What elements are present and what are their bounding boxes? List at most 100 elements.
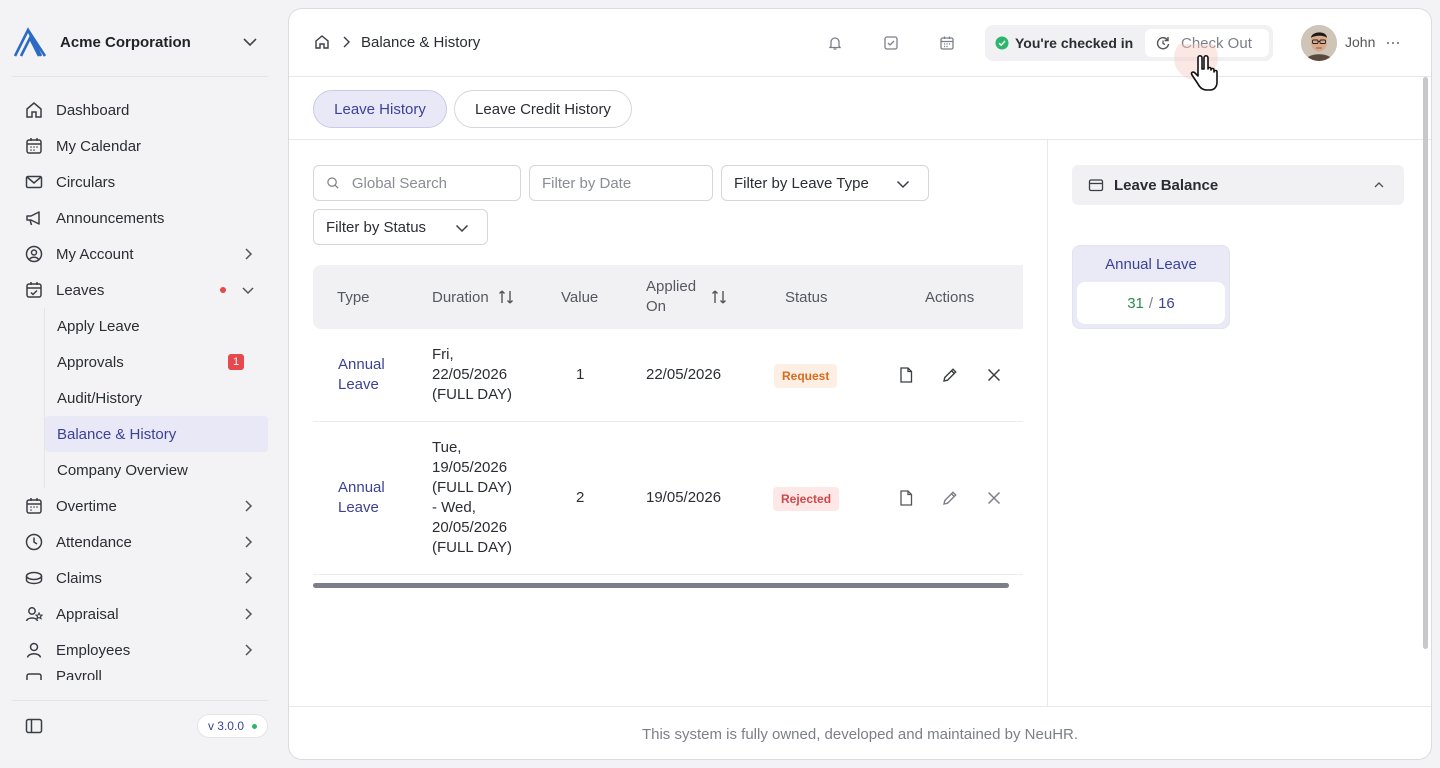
edit-pencil-icon[interactable] bbox=[941, 489, 959, 507]
version-label: v 3.0.0 bbox=[207, 719, 244, 733]
leave-separator: / bbox=[1148, 294, 1154, 312]
leave-type-filter-label: Filter by Leave Type bbox=[734, 174, 869, 192]
column-header-applied-on[interactable]: Applied On bbox=[646, 265, 728, 329]
user-name: John bbox=[1345, 34, 1376, 50]
value-cell: 2 bbox=[576, 489, 585, 506]
sidebar-item-announcements[interactable]: Announcements bbox=[16, 200, 268, 236]
sidebar-item-label: Leaves bbox=[56, 281, 105, 299]
edit-pencil-icon[interactable] bbox=[941, 366, 959, 384]
chevron-right-icon bbox=[245, 572, 253, 584]
tab-leave-credit-history[interactable]: Leave Credit History bbox=[454, 90, 632, 128]
document-icon[interactable] bbox=[897, 366, 915, 384]
main-panel: Balance & History You're checked in Chec… bbox=[288, 8, 1432, 760]
sidebar-toggle-icon[interactable] bbox=[24, 716, 44, 736]
sidebar-item-appraisal[interactable]: Appraisal bbox=[16, 596, 268, 632]
leave-type-link[interactable]: Annual Leave bbox=[338, 355, 398, 395]
user-circle-icon bbox=[25, 245, 43, 263]
version-badge: v 3.0.0 bbox=[196, 714, 268, 738]
sidebar-item-leaves[interactable]: Leaves bbox=[16, 272, 268, 308]
sidebar-footer: v 3.0.0 bbox=[0, 700, 280, 768]
home-icon[interactable] bbox=[313, 33, 331, 51]
horizontal-scrollbar[interactable] bbox=[313, 583, 1009, 588]
sidebar-item-my-account[interactable]: My Account bbox=[16, 236, 268, 272]
search-icon bbox=[327, 177, 339, 189]
more-options-icon[interactable] bbox=[1385, 35, 1401, 51]
status-filter[interactable]: Filter by Status bbox=[313, 209, 488, 245]
date-filter-input[interactable] bbox=[542, 174, 712, 192]
duration-cell: Fri, 22/05/2026 (FULL DAY) bbox=[432, 345, 512, 405]
sidebar-item-label: Claims bbox=[56, 569, 102, 587]
chevron-right-icon bbox=[245, 608, 253, 620]
sidebar-item-label: My Calendar bbox=[56, 137, 142, 155]
sidebar-item-claims[interactable]: Claims bbox=[16, 560, 268, 596]
vertical-scrollbar[interactable] bbox=[1423, 77, 1428, 649]
hand-cursor-icon bbox=[1174, 44, 1218, 91]
leave-used: 31 bbox=[1127, 294, 1144, 312]
sort-icon[interactable] bbox=[497, 288, 515, 306]
sidebar-item-overtime[interactable]: Overtime bbox=[16, 488, 268, 524]
chevron-down-icon[interactable] bbox=[240, 32, 260, 52]
checkin-status-text: You're checked in bbox=[1015, 35, 1134, 51]
chevron-right-icon bbox=[343, 36, 350, 48]
sort-icon[interactable] bbox=[710, 288, 728, 306]
table-row: Annual Leave Tue, 19/05/2026 (FULL DAY) … bbox=[313, 422, 1023, 575]
sidebar-item-approvals[interactable]: Approvals 1 bbox=[45, 344, 268, 380]
sidebar-item-balance-history[interactable]: Balance & History bbox=[45, 416, 268, 452]
avatar[interactable] bbox=[1301, 25, 1337, 61]
leave-type-link[interactable]: Annual Leave bbox=[338, 478, 398, 518]
sidebar-item-label: Circulars bbox=[56, 173, 116, 191]
sidebar-item-payroll[interactable]: Payroll bbox=[16, 668, 268, 680]
sidebar-item-label: My Account bbox=[56, 245, 134, 263]
close-icon[interactable] bbox=[985, 489, 1003, 507]
column-header-status: Status bbox=[785, 288, 828, 306]
leave-balance-title: Leave Balance bbox=[1114, 176, 1219, 194]
sidebar-item-circulars[interactable]: Circulars bbox=[16, 164, 268, 200]
mail-icon bbox=[25, 175, 43, 189]
task-check-icon[interactable] bbox=[882, 34, 900, 52]
status-filter-label: Filter by Status bbox=[326, 218, 427, 236]
leave-balance-header[interactable]: Leave Balance bbox=[1072, 165, 1404, 205]
chevron-right-icon bbox=[245, 644, 253, 656]
global-search-field[interactable] bbox=[313, 165, 521, 201]
chevron-right-icon bbox=[245, 536, 253, 548]
global-search-input[interactable] bbox=[351, 174, 520, 192]
date-filter-field[interactable] bbox=[529, 165, 713, 201]
company-logo-icon bbox=[13, 27, 47, 57]
column-header-duration[interactable]: Duration bbox=[432, 265, 515, 329]
sidebar-item-employees[interactable]: Employees bbox=[16, 632, 268, 668]
sidebar-item-audit-history[interactable]: Audit/History bbox=[45, 380, 268, 416]
sidebar-item-apply-leave[interactable]: Apply Leave bbox=[45, 308, 268, 344]
footer-text: This system is fully owned, developed an… bbox=[641, 725, 1079, 743]
sidebar-item-attendance[interactable]: Attendance bbox=[16, 524, 268, 560]
duration-line: (FULL DAY) bbox=[432, 479, 513, 496]
tab-leave-history[interactable]: Leave History bbox=[313, 90, 447, 128]
sidebar-item-company-overview[interactable]: Company Overview bbox=[45, 452, 268, 488]
sidebar-item-label: Overtime bbox=[56, 497, 117, 515]
sidebar-item-my-calendar[interactable]: My Calendar bbox=[16, 128, 268, 164]
leave-balance-card-title: Annual Leave bbox=[1105, 256, 1197, 273]
user-icon bbox=[26, 642, 42, 658]
document-icon[interactable] bbox=[897, 489, 915, 507]
wallet-icon bbox=[26, 673, 42, 680]
clock-icon bbox=[25, 533, 43, 551]
leave-balance-panel: Leave Balance Annual Leave 31 / 16 bbox=[1047, 140, 1431, 706]
applied-on-cell: 19/05/2026 bbox=[646, 489, 722, 506]
bell-icon[interactable] bbox=[826, 34, 844, 52]
leave-type-filter[interactable]: Filter by Leave Type bbox=[721, 165, 929, 201]
duration-cell: Tue, 19/05/2026 (FULL DAY) - Wed, 20/05/… bbox=[432, 438, 512, 558]
coins-icon bbox=[25, 571, 43, 585]
close-icon[interactable] bbox=[985, 366, 1003, 384]
folder-icon bbox=[1088, 179, 1104, 192]
breadcrumb-current: Balance & History bbox=[361, 33, 481, 51]
approvals-count-badge: 1 bbox=[228, 354, 244, 370]
leave-history-table: Type Duration Value Applied On Status Ac… bbox=[313, 265, 1023, 575]
sidebar-divider bbox=[12, 700, 268, 701]
sidebar-item-dashboard[interactable]: Dashboard bbox=[16, 92, 268, 128]
chevron-up-icon[interactable] bbox=[1372, 178, 1386, 192]
value-cell: 1 bbox=[576, 366, 585, 383]
checkin-status: You're checked in Check Out bbox=[985, 25, 1273, 61]
org-switcher[interactable]: Acme Corporation bbox=[12, 22, 268, 62]
duration-line: Tue, bbox=[432, 439, 462, 456]
leaves-submenu: Apply Leave Approvals 1 Audit/History Ba… bbox=[44, 308, 268, 488]
calendar-icon[interactable] bbox=[938, 34, 956, 52]
